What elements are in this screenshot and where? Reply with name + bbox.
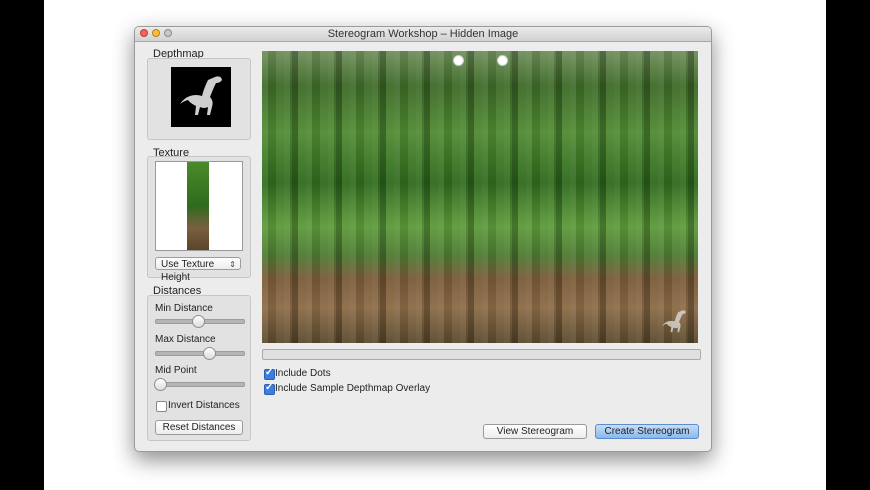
- window-controls: [140, 29, 172, 37]
- include-dots-checkbox[interactable]: [264, 367, 275, 380]
- include-overlay-checkbox[interactable]: [264, 382, 275, 395]
- include-dots-label: Include Dots: [275, 368, 331, 379]
- title-bar[interactable]: Stereogram Workshop – Hidden Image: [135, 27, 711, 42]
- texture-image[interactable]: [155, 161, 243, 251]
- minimize-window-button[interactable]: [152, 29, 160, 37]
- include-overlay-label: Include Sample Depthmap Overlay: [275, 383, 431, 394]
- mid-point-label: Mid Point: [155, 365, 197, 376]
- view-stereogram-button[interactable]: View Stereogram: [483, 424, 587, 439]
- window-title: Stereogram Workshop – Hidden Image: [327, 28, 519, 40]
- depthmap-image[interactable]: [171, 67, 231, 127]
- max-distance-knob[interactable]: [202, 347, 216, 360]
- invert-distances-checkbox[interactable]: [156, 401, 167, 412]
- zoom-window-button[interactable]: [164, 29, 172, 37]
- min-distance-slider[interactable]: [155, 315, 245, 328]
- mid-point-slider[interactable]: [154, 378, 245, 391]
- depthmap-overlay-icon: [662, 310, 686, 333]
- focus-dot-left: [453, 55, 464, 66]
- create-stereogram-button[interactable]: Create Stereogram: [595, 424, 699, 439]
- dinosaur-silhouette-icon: [180, 76, 222, 115]
- max-distance-label: Max Distance: [155, 334, 216, 345]
- max-distance-slider[interactable]: [155, 347, 245, 360]
- texture-strip: [187, 162, 209, 250]
- app-window: Stereogram Workshop – Hidden Image Depth…: [134, 26, 712, 452]
- reset-distances-button[interactable]: Reset Distances: [155, 420, 243, 435]
- texture-height-select[interactable]: Use Texture Height ⇕: [155, 257, 241, 283]
- progress-bar: [262, 349, 701, 360]
- focus-dot-right: [497, 55, 508, 66]
- stereogram-preview[interactable]: [262, 51, 698, 343]
- left-black-border: [0, 0, 44, 490]
- invert-distances-label: Invert Distances: [168, 400, 240, 411]
- min-distance-label: Min Distance: [155, 303, 213, 314]
- right-black-border: [826, 0, 870, 490]
- updown-arrows-icon: ⇕: [229, 260, 236, 269]
- close-window-button[interactable]: [140, 29, 148, 37]
